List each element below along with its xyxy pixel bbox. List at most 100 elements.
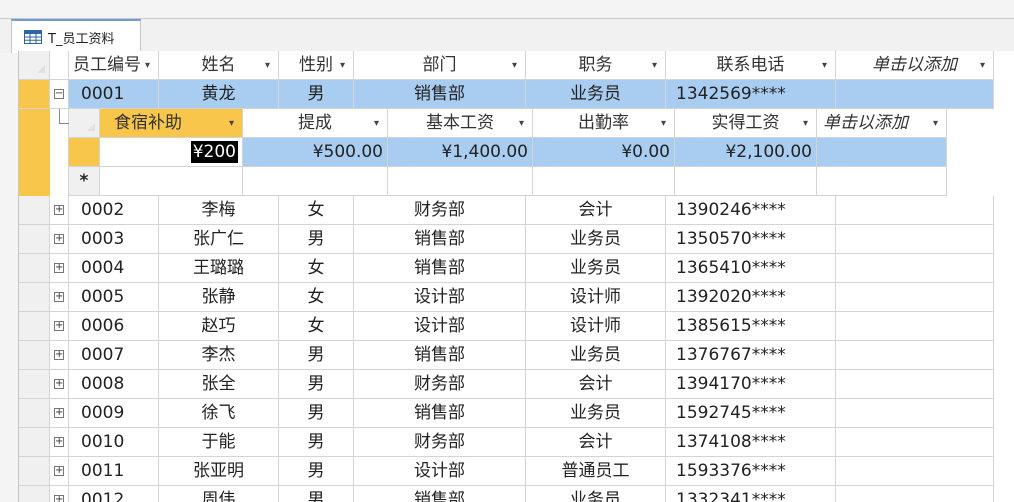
cell-dept[interactable]: 设计部	[354, 457, 526, 486]
sub-column-header-food[interactable]: 食宿补助	[100, 109, 243, 138]
cell-empty[interactable]	[836, 80, 994, 109]
expand-icon[interactable]: +	[54, 408, 64, 418]
table-row-selected[interactable]: − 0001 黄龙 男 销售部 业务员 1342569****	[19, 80, 994, 109]
table-row[interactable]: +0007 李杰男销售部 业务员 1376767****	[19, 341, 994, 370]
row-expander[interactable]: +	[50, 312, 69, 341]
cell-sex[interactable]: 男	[279, 370, 354, 399]
column-header-id[interactable]: 员工编号	[69, 51, 159, 80]
row-selector[interactable]	[19, 399, 50, 428]
table-row[interactable]: +0012 周伟男销售部 业务员 1332341****	[19, 486, 994, 502]
subdatasheet[interactable]: 食宿补助 提成 基本工资 出勤率 实得工资 单击以添加 ¥200 ¥500.00…	[69, 109, 947, 196]
chevron-down-icon[interactable]	[374, 109, 379, 137]
cell-empty[interactable]	[836, 254, 994, 283]
sub-column-header-bonus[interactable]: 提成	[243, 109, 388, 138]
cell-phone[interactable]: 1592745****	[666, 399, 836, 428]
table-row[interactable]: +0004 王璐璐女销售部 业务员 1365410****	[19, 254, 994, 283]
cell-name[interactable]: 李杰	[159, 341, 279, 370]
chevron-down-icon[interactable]	[229, 109, 234, 137]
cell-dept[interactable]: 财务部	[354, 370, 526, 399]
cell-empty[interactable]	[836, 341, 994, 370]
table-row[interactable]: +0010 于能男财务部 会计 1374108****	[19, 428, 994, 457]
row-expander[interactable]: −	[50, 80, 69, 109]
cell-sex[interactable]: 女	[279, 312, 354, 341]
cell-phone[interactable]: 1392020****	[666, 283, 836, 312]
table-row[interactable]: +0005 张静女设计部 设计师 1392020****	[19, 283, 994, 312]
expand-icon[interactable]: +	[54, 321, 64, 331]
cell-sex[interactable]: 男	[279, 80, 354, 109]
sub-table-row-selected[interactable]: ¥200 ¥500.00 ¥1,400.00 ¥0.00 ¥2,100.00	[69, 138, 947, 167]
row-expander[interactable]: +	[50, 370, 69, 399]
sub-row-selector[interactable]	[69, 138, 100, 167]
expand-icon[interactable]: +	[54, 205, 64, 215]
table-row[interactable]: +0003 张广仁男销售部 业务员 1350570****	[19, 225, 994, 254]
cell-dept[interactable]: 设计部	[354, 283, 526, 312]
cell-position[interactable]: 业务员	[526, 254, 666, 283]
table-row[interactable]: +0006 赵巧女设计部 设计师 1385615****	[19, 312, 994, 341]
cell-position[interactable]: 业务员	[526, 399, 666, 428]
cell-empty[interactable]	[836, 283, 994, 312]
cell-sex[interactable]: 女	[279, 283, 354, 312]
cell-position[interactable]: 业务员	[526, 486, 666, 502]
cell-empty[interactable]	[243, 167, 388, 196]
chevron-down-icon[interactable]	[933, 109, 938, 137]
row-expander[interactable]: +	[50, 399, 69, 428]
column-header-click-to-add[interactable]: 单击以添加	[836, 51, 994, 80]
cell-name[interactable]: 周伟	[159, 486, 279, 502]
chevron-down-icon[interactable]	[980, 51, 985, 79]
cell-dept[interactable]: 销售部	[354, 341, 526, 370]
cell-empty[interactable]	[388, 167, 533, 196]
cell-empty[interactable]	[675, 167, 817, 196]
row-expander[interactable]: +	[50, 457, 69, 486]
cell-pay[interactable]: ¥2,100.00	[675, 138, 817, 167]
cell-name[interactable]: 黄龙	[159, 80, 279, 109]
cell-phone[interactable]: 1394170****	[666, 370, 836, 399]
cell-phone[interactable]: 1350570****	[666, 225, 836, 254]
row-selector[interactable]	[19, 312, 50, 341]
row-selector[interactable]	[19, 254, 50, 283]
cell-empty[interactable]	[836, 457, 994, 486]
table-row[interactable]: +0002 李梅女财务部 会计 1390246****	[19, 196, 994, 225]
cell-id[interactable]: 0009	[69, 399, 159, 428]
cell-sex[interactable]: 男	[279, 486, 354, 502]
cell-id[interactable]: 0004	[69, 254, 159, 283]
cell-id[interactable]: 0008	[69, 370, 159, 399]
chevron-down-icon[interactable]	[803, 109, 808, 137]
cell-sex[interactable]: 男	[279, 457, 354, 486]
sub-column-header-click-to-add[interactable]: 单击以添加	[817, 109, 947, 138]
column-header-position[interactable]: 职务	[526, 51, 666, 80]
column-header-name[interactable]: 姓名	[159, 51, 279, 80]
cell-name[interactable]: 张静	[159, 283, 279, 312]
cell-position[interactable]: 业务员	[526, 80, 666, 109]
cell-name[interactable]: 张全	[159, 370, 279, 399]
chevron-down-icon[interactable]	[265, 51, 270, 79]
cell-name[interactable]: 赵巧	[159, 312, 279, 341]
table-row[interactable]: +0009 徐飞男销售部 业务员 1592745****	[19, 399, 994, 428]
row-selector[interactable]	[19, 457, 50, 486]
cell-sex[interactable]: 男	[279, 225, 354, 254]
cell-position[interactable]: 会计	[526, 370, 666, 399]
cell-phone[interactable]: 1385615****	[666, 312, 836, 341]
cell-empty[interactable]	[836, 196, 994, 225]
sub-column-header-base[interactable]: 基本工资	[388, 109, 533, 138]
cell-name[interactable]: 李梅	[159, 196, 279, 225]
cell-phone[interactable]: 1332341****	[666, 486, 836, 502]
cell-food-editing[interactable]: ¥200	[100, 138, 243, 167]
cell-empty[interactable]	[836, 486, 994, 502]
cell-sex[interactable]: 女	[279, 196, 354, 225]
cell-empty[interactable]	[836, 225, 994, 254]
row-selector[interactable]	[19, 428, 50, 457]
chevron-down-icon[interactable]	[822, 51, 827, 79]
expand-icon[interactable]: +	[54, 437, 64, 447]
cell-id[interactable]: 0005	[69, 283, 159, 312]
cell-dept[interactable]: 销售部	[354, 254, 526, 283]
column-header-sex[interactable]: 性别	[279, 51, 354, 80]
cell-sex[interactable]: 男	[279, 399, 354, 428]
cell-dept[interactable]: 设计部	[354, 312, 526, 341]
cell-name[interactable]: 徐飞	[159, 399, 279, 428]
column-header-phone[interactable]: 联系电话	[666, 51, 836, 80]
cell-phone[interactable]: 1365410****	[666, 254, 836, 283]
cell-empty[interactable]	[533, 167, 675, 196]
select-all-corner[interactable]	[19, 51, 50, 80]
cell-dept[interactable]: 财务部	[354, 428, 526, 457]
cell-position[interactable]: 业务员	[526, 225, 666, 254]
